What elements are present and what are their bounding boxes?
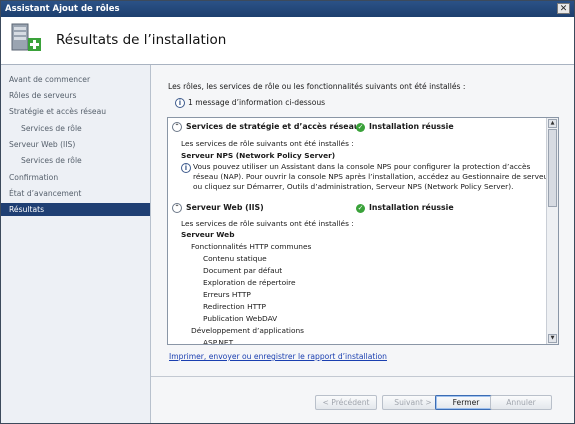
section-iis-feature: Publication WebDAV [203, 314, 278, 323]
wizard-window: Assistant Ajout de rôles ✕ Résultats de … [0, 0, 575, 424]
info-icon: i [175, 98, 185, 108]
section-iis-feature: Contenu statique [203, 254, 267, 263]
section-nps-title: Services de stratégie et d’accès réseau [186, 122, 360, 131]
step-roles-de-serveurs[interactable]: Rôles de serveurs [9, 89, 76, 102]
section-iis-role-name: Serveur Web [181, 230, 235, 239]
section-iis-line: Les services de rôle suivants ont été in… [181, 219, 354, 228]
step-serveur-web-iis[interactable]: Serveur Web (IIS) [9, 138, 75, 151]
report-link[interactable]: Imprimer, envoyer ou enregistrer le rapp… [169, 352, 387, 361]
section-iis-feature: Erreurs HTTP [203, 290, 251, 299]
section-iis-title: Serveur Web (IIS) [186, 203, 264, 212]
section-nps-info-line: ou cliquez sur Démarrer, Outils d’admini… [193, 182, 514, 191]
step-strategie-acces-reseau[interactable]: Stratégie et accès réseau [9, 105, 106, 118]
scroll-up-arrow[interactable]: ▲ [548, 119, 557, 128]
step-etat-avancement[interactable]: État d’avancement [9, 187, 81, 200]
info-icon: i [181, 163, 191, 173]
section-iis-header[interactable]: ⌃ Serveur Web (IIS) [172, 202, 264, 214]
section-nps-line: Les services de rôle suivants ont été in… [181, 139, 354, 148]
close-window-button[interactable]: ✕ [557, 3, 570, 14]
scroll-thumb[interactable] [548, 129, 557, 207]
previous-button[interactable]: < Précédent [315, 395, 377, 410]
section-iis-feature: ASP.NET [203, 338, 234, 345]
server-add-icon [11, 23, 41, 51]
main-content: Les rôles, les services de rôle ou les f… [151, 65, 574, 423]
section-nps-header[interactable]: ⌃ Services de stratégie et d’accès réseau [172, 121, 359, 133]
intro-text: Les rôles, les services de rôle ou les f… [168, 82, 466, 91]
page-title: Résultats de l’installation [56, 32, 227, 48]
results-panel[interactable]: ⌃ Services de stratégie et d’accès réseau… [167, 117, 559, 345]
title-bar: Assistant Ajout de rôles ✕ [1, 1, 574, 17]
section-iis-status-text: Installation réussie [369, 203, 454, 212]
section-iis-feature-group: Fonctionnalités HTTP communes [191, 242, 312, 251]
section-iis-feature-group: Développement d’applications [191, 326, 304, 335]
step-resultats[interactable]: Résultats [1, 203, 150, 216]
info-summary: i1 message d’information ci-dessous [175, 98, 325, 108]
footer-divider [151, 376, 574, 377]
section-iis-status: ✓ Installation réussie [356, 202, 454, 214]
wizard-header: Résultats de l’installation [1, 17, 574, 65]
step-confirmation[interactable]: Confirmation [9, 171, 58, 184]
wizard-steps-sidebar: Avant de commencer Rôles de serveurs Str… [1, 65, 151, 423]
section-iis-feature: Document par défaut [203, 266, 283, 275]
scroll-down-arrow[interactable]: ▼ [548, 334, 557, 343]
collapse-icon[interactable]: ⌃ [172, 203, 182, 213]
section-nps-status-text: Installation réussie [369, 122, 454, 131]
step-avant-de-commencer[interactable]: Avant de commencer [9, 73, 90, 86]
section-nps-role-name: Serveur NPS (Network Policy Server) [181, 151, 336, 160]
step-services-de-role-nps[interactable]: Services de rôle [21, 122, 82, 135]
section-nps-status: ✓ Installation réussie [356, 121, 454, 133]
section-iis-feature: Redirection HTTP [203, 302, 267, 311]
close-button[interactable]: Fermer [435, 395, 497, 410]
collapse-icon[interactable]: ⌃ [172, 122, 182, 132]
success-check-icon: ✓ [356, 122, 365, 132]
info-summary-text: 1 message d’information ci-dessous [188, 98, 326, 107]
window-title: Assistant Ajout de rôles [5, 4, 120, 14]
section-iis-feature: Exploration de répertoire [203, 278, 296, 287]
success-check-icon: ✓ [356, 203, 365, 213]
step-services-de-role-iis[interactable]: Services de rôle [21, 154, 82, 167]
cancel-button[interactable]: Annuler [490, 395, 552, 410]
results-scrollbar[interactable]: ▲ ▼ [546, 118, 558, 344]
